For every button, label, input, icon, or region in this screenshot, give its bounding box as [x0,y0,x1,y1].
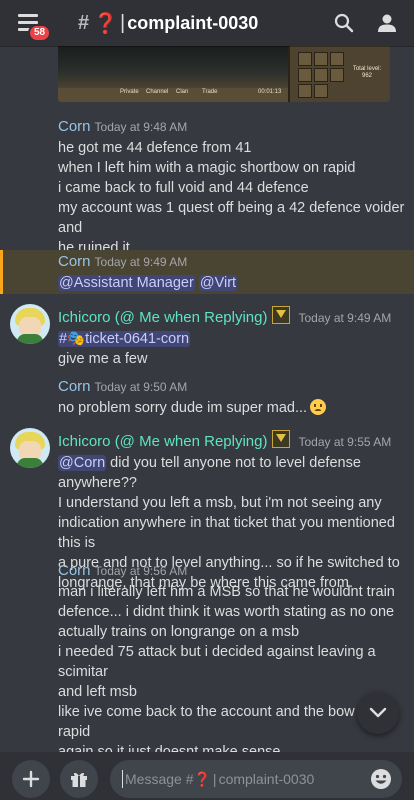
attachment-image[interactable]: Private Channel Clan Trade 00:01:13 Tota… [58,46,390,102]
message-text: I understand you left a msb, but i'm not… [58,495,382,511]
message-text: actually trains on longrange on a msb [58,624,300,640]
message-text: when I left him with a magic shortbow on… [58,160,356,176]
jump-to-bottom-button[interactable] [357,692,399,734]
search-icon[interactable] [334,13,354,33]
message-group: Corn Today at 9:50 AM no problem sorry du… [0,378,414,418]
message-timestamp: Today at 9:56 AM [94,564,188,578]
channel-mention[interactable]: #🎭ticket-0641-corn [58,331,191,347]
input-placeholder-separator: | [212,771,217,787]
plus-icon [22,770,40,788]
channel-separator: | [120,11,126,34]
role-icon [272,430,291,448]
message-timestamp: Today at 9:48 AM [94,120,188,134]
add-attachment-button[interactable] [12,760,50,798]
message-composer: Message # ❓ | complaint-0030 [0,752,414,800]
user-mention[interactable]: @Corn [58,455,107,471]
unread-badge: 58 [28,24,52,42]
members-icon[interactable] [376,13,398,33]
message-author[interactable]: Ichicoro (@ Me when Replying) [58,309,267,326]
game-timer: 00:01:13 [258,89,282,95]
game-inventory: Total level: 962 [288,46,390,102]
message-text: i came back to full void and 44 defence [58,180,309,196]
channel-title[interactable]: complaint-0030 [127,13,258,34]
game-tab-private: Private [120,89,139,95]
emoji-icon[interactable] [370,768,392,790]
message-timestamp: Today at 9:49 AM [94,255,188,269]
message-text: he got me 44 defence from 41 [58,140,252,156]
chevron-down-icon [369,707,387,718]
message-author[interactable]: Corn [58,562,91,579]
message-author[interactable]: Corn [58,378,91,395]
message-text: indication anywhere in that ticket that … [58,515,395,551]
input-placeholder-prefix: Message # [125,771,194,787]
input-placeholder-channel: complaint-0030 [218,771,315,787]
game-tab-clan: Clan [176,89,189,95]
message-group: Ichicoro (@ Me when Replying) Today at 9:… [0,306,414,369]
message-group: Corn Today at 9:56 AM man i literally lef… [0,562,414,782]
game-tab-trade: Trade [202,89,218,95]
user-mention[interactable]: @Virt [198,275,238,291]
message-text: i needed 75 attack but i decided against… [58,644,376,680]
message-text: no problem sorry dude im super mad... [58,400,308,416]
gift-button[interactable] [60,760,98,798]
frowning-emoji-icon [310,399,327,415]
message-timestamp: Today at 9:49 AM [298,311,392,325]
game-viewport [58,46,293,88]
game-total-level: Total level: 962 [352,66,382,79]
message-group: Corn Today at 9:49 AM @Assistant Manager … [0,253,414,293]
message-text: defence... i didnt think it was worth st… [58,604,395,620]
message-text: give me a few [58,351,148,367]
channel-header: 58 # ❓ | complaint-0030 [0,0,414,46]
gift-icon [71,772,87,787]
message-timestamp: Today at 9:55 AM [298,435,392,449]
text-caret [122,770,123,788]
message-input[interactable]: Message # ❓ | complaint-0030 [110,760,402,798]
message-timestamp: Today at 9:50 AM [94,380,188,394]
message-author[interactable]: Corn [58,253,91,270]
input-placeholder-emoji: ❓ [193,770,211,787]
message-author[interactable]: Corn [58,118,91,135]
message-text: my account was 1 quest off being a 42 de… [58,200,405,236]
channel-emoji: ❓ [93,12,119,35]
message-group: Corn Today at 9:48 AM he got me 44 defenc… [0,118,414,258]
game-tab-channel: Channel [146,89,169,95]
message-author[interactable]: Ichicoro (@ Me when Replying) [58,433,267,450]
role-icon [272,306,291,324]
channel-hash-icon: # [78,11,90,34]
message-text: man i literally left him a MSB so that h… [58,584,395,600]
role-mention[interactable]: @Assistant Manager [58,275,195,291]
